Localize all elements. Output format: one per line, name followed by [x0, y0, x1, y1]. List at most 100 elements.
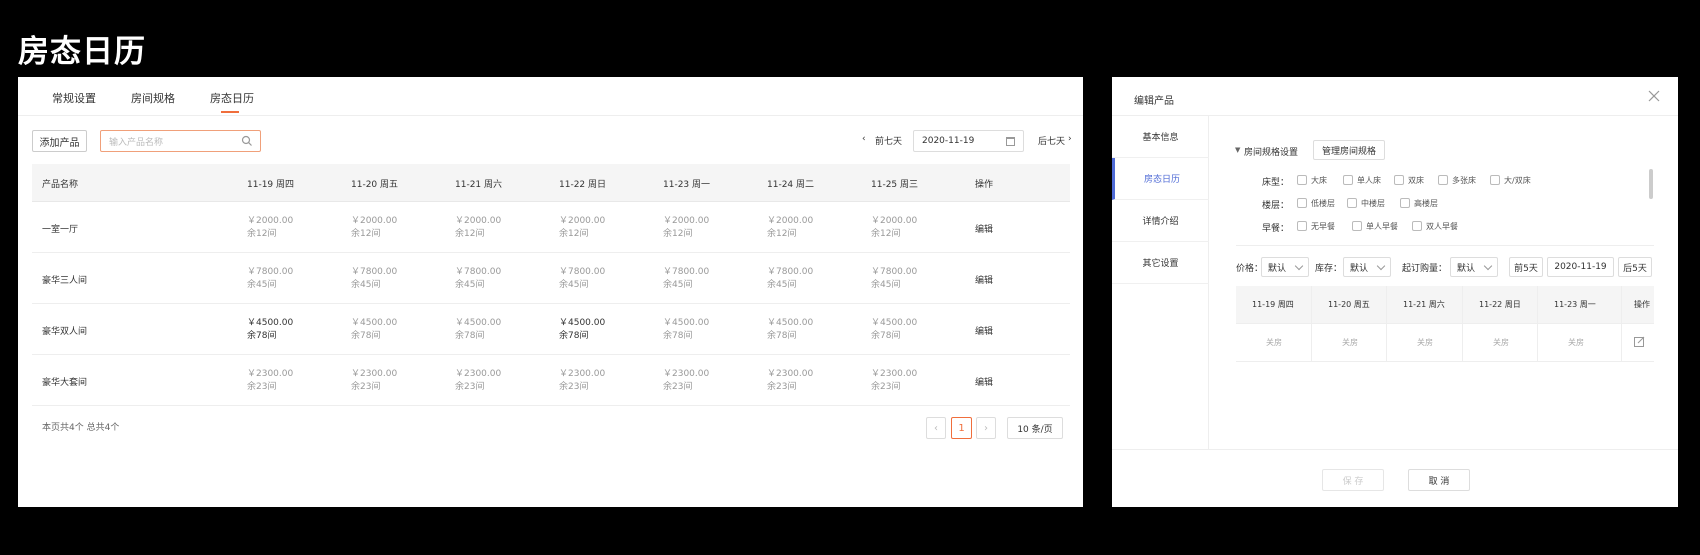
room-closed-status[interactable]: 关房 [1568, 337, 1584, 348]
room-closed-status[interactable]: 关房 [1342, 337, 1358, 348]
room-calendar-table: 产品名称 11-19 周四 11-20 周五 11-21 周六 11-22 周日… [32, 164, 1070, 406]
checkbox[interactable] [1297, 221, 1307, 231]
dialog-date-picker[interactable]: 2020-11-19 [1547, 257, 1614, 277]
price-stock-cell[interactable]: ￥2000.00 余12间 [247, 215, 293, 241]
manage-specs-button[interactable]: 管理房间规格 [1313, 140, 1385, 160]
side-item-details[interactable]: 详情介绍 [1112, 200, 1209, 242]
price-stock-cell[interactable]: ￥7800.00 余45间 [247, 266, 293, 292]
min-order-select[interactable]: 默认 [1450, 257, 1498, 277]
edit-link[interactable]: 编辑 [975, 273, 993, 286]
add-product-button[interactable]: 添加产品 [32, 130, 87, 152]
stock-value: 余23间 [351, 382, 381, 392]
price-stock-cell[interactable]: ￥2300.00 余23间 [559, 368, 605, 394]
product-name: 一室一厅 [42, 225, 79, 235]
room-closed-status[interactable]: 关房 [1493, 337, 1509, 348]
tab-room-specs[interactable]: 房间规格 [131, 90, 175, 106]
stock-value: 余45间 [247, 280, 277, 290]
search-input[interactable]: 输入产品名称 [100, 130, 261, 152]
price-value: ￥2300.00 [767, 369, 814, 379]
price-stock-cell[interactable]: ￥7800.00 余45间 [351, 266, 397, 292]
price-stock-cell[interactable]: ￥4500.00 余78间 [351, 317, 397, 343]
next-page-button[interactable]: › [976, 417, 996, 439]
price-select[interactable]: 默认 [1261, 257, 1309, 277]
stock-value: 余78间 [871, 331, 901, 341]
next-week-button[interactable]: 后七天 [1038, 134, 1065, 147]
checkbox[interactable] [1347, 198, 1357, 208]
price-stock-cell[interactable]: ￥7800.00 余45间 [455, 266, 501, 292]
toolbar: 添加产品 输入产品名称 ‹ 前七天 2020-11-19 后七天 › [32, 130, 1072, 154]
price-value: ￥4500.00 [351, 318, 398, 328]
scrollbar[interactable] [1649, 169, 1653, 199]
price-stock-cell[interactable]: ￥4500.00 余78间 [455, 317, 501, 343]
checkbox[interactable] [1412, 221, 1422, 231]
price-stock-cell[interactable]: ￥2300.00 余23间 [351, 368, 397, 394]
room-closed-status[interactable]: 关房 [1266, 337, 1282, 348]
price-stock-cell[interactable]: ￥4500.00 余78间 [247, 317, 293, 343]
page-number-button[interactable]: 1 [951, 417, 972, 439]
page-size-select[interactable]: 10 条/页 [1007, 417, 1063, 439]
tab-room-calendar[interactable]: 房态日历 [210, 90, 254, 106]
checkbox[interactable] [1343, 175, 1353, 185]
date-picker[interactable]: 2020-11-19 [913, 130, 1024, 152]
column-header: 11-24 周二 [767, 180, 815, 190]
checkbox-label: 多张床 [1452, 176, 1476, 185]
stock-select[interactable]: 默认 [1343, 257, 1391, 277]
price-stock-cell[interactable]: ￥2000.00 余12间 [559, 215, 605, 241]
price-stock-cell[interactable]: ￥7800.00 余45间 [559, 266, 605, 292]
price-stock-cell[interactable]: ￥4500.00 余78间 [871, 317, 917, 343]
side-item-basic-info[interactable]: 基本信息 [1112, 116, 1209, 158]
prev-page-button[interactable]: ‹ [926, 417, 946, 439]
column-header: 产品名称 [42, 180, 79, 190]
checkbox-label: 大床 [1311, 176, 1327, 185]
prev-5-days-button[interactable]: 前5天 [1509, 257, 1543, 277]
price-stock-cell[interactable]: ￥4500.00 余78间 [559, 317, 605, 343]
edit-icon[interactable] [1634, 336, 1645, 347]
price-stock-cell[interactable]: ￥2300.00 余23间 [247, 368, 293, 394]
price-stock-cell[interactable]: ￥2000.00 余12间 [767, 215, 813, 241]
checkbox[interactable] [1394, 175, 1404, 185]
stock-value: 余78间 [767, 331, 797, 341]
price-stock-cell[interactable]: ￥2300.00 余23间 [871, 368, 917, 394]
dialog-title: 编辑产品 [1134, 96, 1174, 107]
checkbox[interactable] [1490, 175, 1500, 185]
cancel-button[interactable]: 取 消 [1408, 469, 1470, 491]
stock-value: 余12间 [351, 229, 381, 239]
close-icon[interactable] [1648, 90, 1660, 102]
checkbox[interactable] [1297, 198, 1307, 208]
price-stock-cell[interactable]: ￥2300.00 余23间 [455, 368, 501, 394]
checkbox[interactable] [1400, 198, 1410, 208]
prev-week-chevron-icon[interactable]: ‹ [862, 134, 866, 144]
price-stock-cell[interactable]: ￥2000.00 余12间 [455, 215, 501, 241]
room-closed-status[interactable]: 关房 [1417, 337, 1433, 348]
price-value: ￥4500.00 [871, 318, 918, 328]
edit-link[interactable]: 编辑 [975, 222, 993, 235]
price-stock-cell[interactable]: ￥4500.00 余78间 [663, 317, 709, 343]
spec-settings-toggle[interactable]: 房间规格设置 [1244, 145, 1298, 158]
price-stock-cell[interactable]: ￥7800.00 余45间 [767, 266, 813, 292]
price-stock-cell[interactable]: ￥7800.00 余45间 [663, 266, 709, 292]
checkbox[interactable] [1352, 221, 1362, 231]
stock-value: 余12间 [559, 229, 589, 239]
next-week-chevron-icon[interactable]: › [1068, 134, 1072, 144]
prev-week-button[interactable]: 前七天 [875, 134, 902, 147]
price-stock-cell[interactable]: ￥4500.00 余78间 [767, 317, 813, 343]
edit-link[interactable]: 编辑 [975, 324, 993, 337]
next-5-days-button[interactable]: 后5天 [1618, 257, 1652, 277]
save-button[interactable]: 保 存 [1322, 469, 1384, 491]
table-row: 豪华三人间 ￥7800.00 余45间 ￥7800.00 余45间 ￥7800.00 余45… [32, 253, 1070, 304]
tab-general-settings[interactable]: 常规设置 [52, 90, 96, 106]
price-stock-cell[interactable]: ￥2300.00 余23间 [767, 368, 813, 394]
price-stock-cell[interactable]: ￥2000.00 余12间 [663, 215, 709, 241]
checkbox[interactable] [1297, 175, 1307, 185]
checkbox[interactable] [1438, 175, 1448, 185]
side-item-room-calendar[interactable]: 房态日历 [1112, 158, 1209, 200]
calendar-icon [1006, 137, 1015, 146]
table-row: 关房 关房 关房 关房 关房 [1236, 324, 1654, 362]
caret-down-icon[interactable]: ▼ [1235, 146, 1240, 154]
price-stock-cell[interactable]: ￥2000.00 余12间 [351, 215, 397, 241]
edit-link[interactable]: 编辑 [975, 375, 993, 388]
price-stock-cell[interactable]: ￥2000.00 余12间 [871, 215, 917, 241]
price-stock-cell[interactable]: ￥2300.00 余23间 [663, 368, 709, 394]
price-stock-cell[interactable]: ￥7800.00 余45间 [871, 266, 917, 292]
side-item-other-settings[interactable]: 其它设置 [1112, 242, 1209, 284]
